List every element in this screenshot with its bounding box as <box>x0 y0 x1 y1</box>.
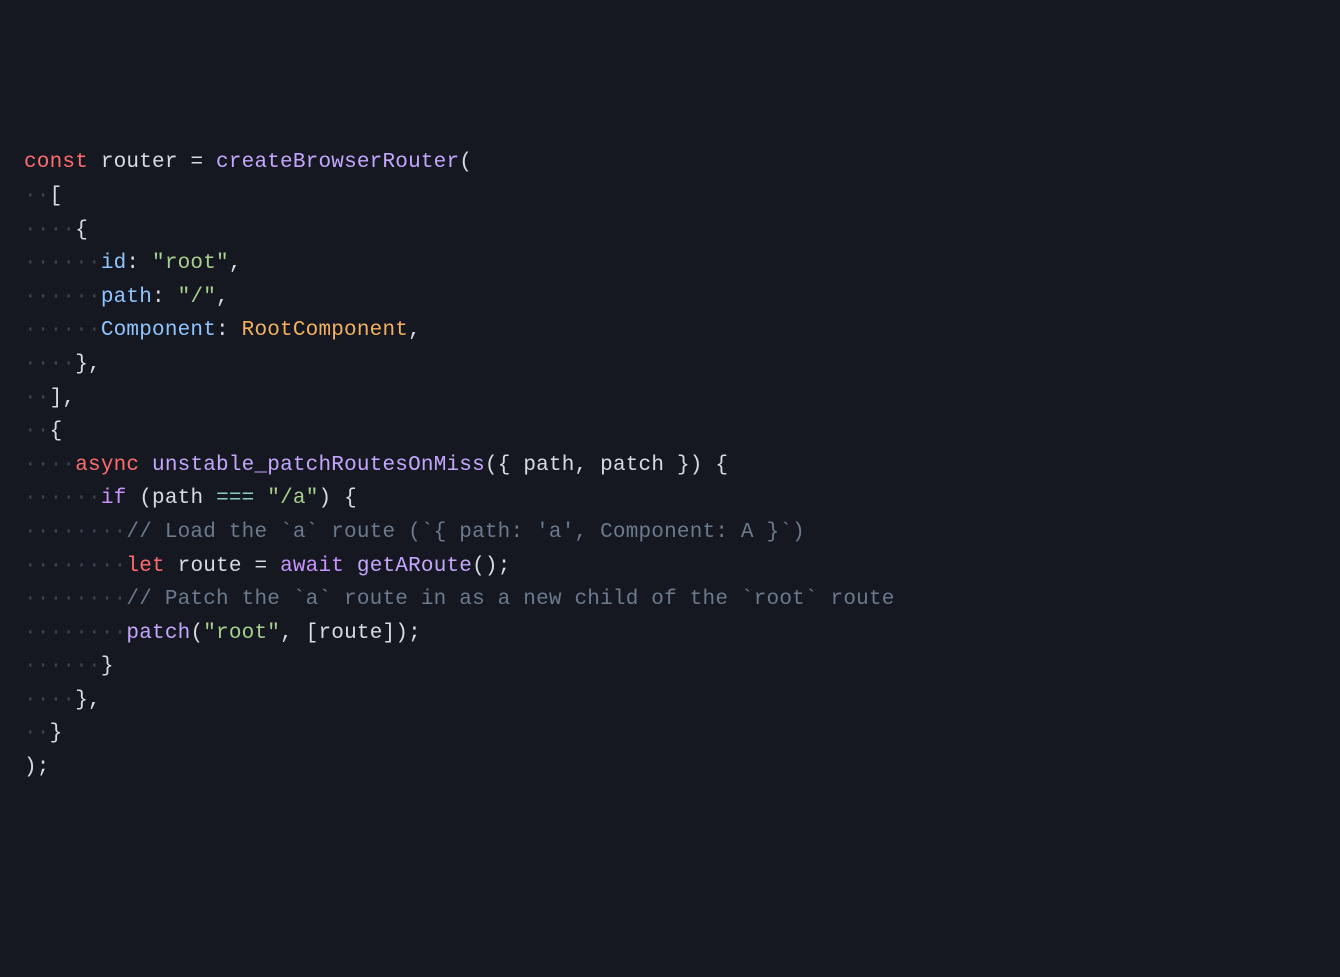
whitespace-dots: ···· <box>24 353 75 376</box>
code-line: ··[ <box>24 180 1340 214</box>
object-property: Component <box>101 319 216 342</box>
whitespace-dots: ···· <box>24 219 75 242</box>
whitespace-dots: ········ <box>24 588 126 611</box>
whitespace-dots: ········ <box>24 555 126 578</box>
whitespace-dots: ·· <box>24 387 50 410</box>
whitespace-dots: ···· <box>24 689 75 712</box>
whitespace-dots: ········ <box>24 622 126 645</box>
string-literal: "root" <box>152 252 229 275</box>
code-line: ····async unstable_patchRoutesOnMiss({ p… <box>24 449 1340 483</box>
code-line: ··} <box>24 717 1340 751</box>
whitespace-dots: ······ <box>24 487 101 510</box>
code-line: ······Component: RootComponent, <box>24 314 1340 348</box>
code-line: ······id: "root", <box>24 247 1340 281</box>
identifier: route <box>178 555 242 578</box>
class-name: RootComponent <box>242 319 408 342</box>
code-block: const router = createBrowserRouter(··[··… <box>0 146 1340 784</box>
code-line: ········// Load the `a` route (`{ path: … <box>24 516 1340 550</box>
object-property: path <box>101 286 152 309</box>
keyword-if: if <box>101 487 127 510</box>
whitespace-dots: ······ <box>24 655 101 678</box>
function-call: patch <box>126 622 190 645</box>
identifier: path <box>152 487 203 510</box>
comment: // Patch the `a` route in as a new child… <box>126 588 894 611</box>
code-line: ······path: "/", <box>24 281 1340 315</box>
code-line: ····{ <box>24 214 1340 248</box>
whitespace-dots: ·· <box>24 722 50 745</box>
whitespace-dots: ······ <box>24 252 101 275</box>
code-line: ····}, <box>24 684 1340 718</box>
identifier: router <box>101 151 178 174</box>
code-line: ····}, <box>24 348 1340 382</box>
code-line: ········patch("root", [route]); <box>24 617 1340 651</box>
string-literal: "/a" <box>267 487 318 510</box>
code-line: ········// Patch the `a` route in as a n… <box>24 583 1340 617</box>
method-name: unstable_patchRoutesOnMiss <box>152 454 485 477</box>
whitespace-dots: ······ <box>24 286 101 309</box>
whitespace-dots: ········ <box>24 521 126 544</box>
keyword-await: await <box>280 555 344 578</box>
keyword-async: async <box>75 454 139 477</box>
string-literal: "root" <box>203 622 280 645</box>
parameter: patch <box>600 454 664 477</box>
code-line: const router = createBrowserRouter( <box>24 146 1340 180</box>
function-call: getARoute <box>357 555 472 578</box>
code-line: ); <box>24 751 1340 785</box>
code-line: ··{ <box>24 415 1340 449</box>
object-property: id <box>101 252 127 275</box>
whitespace-dots: ···· <box>24 454 75 477</box>
parameter: path <box>523 454 574 477</box>
function-call: createBrowserRouter <box>216 151 459 174</box>
code-line: ········let route = await getARoute(); <box>24 550 1340 584</box>
code-line: ··], <box>24 382 1340 416</box>
comment: // Load the `a` route (`{ path: 'a', Com… <box>126 521 805 544</box>
operator-equals: === <box>216 487 254 510</box>
code-line: ······} <box>24 650 1340 684</box>
code-line: ······if (path === "/a") { <box>24 482 1340 516</box>
identifier: route <box>318 622 382 645</box>
string-literal: "/" <box>178 286 216 309</box>
whitespace-dots: ······ <box>24 319 101 342</box>
keyword-let: let <box>126 555 164 578</box>
keyword-const: const <box>24 151 88 174</box>
whitespace-dots: ·· <box>24 420 50 443</box>
whitespace-dots: ·· <box>24 185 50 208</box>
